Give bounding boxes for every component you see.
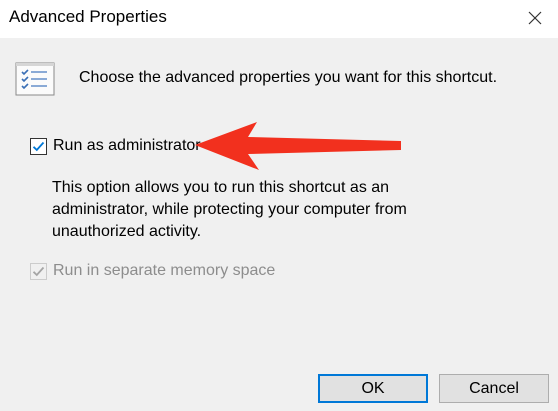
- run-as-admin-label[interactable]: Run as administrator: [53, 137, 201, 155]
- properties-list-icon: [15, 62, 55, 96]
- intro-text: Choose the advanced properties you want …: [79, 69, 498, 86]
- red-arrow-icon: [195, 122, 401, 170]
- window-title: Advanced Properties: [9, 7, 167, 26]
- ok-button[interactable]: OK: [318, 374, 428, 403]
- close-icon: [528, 11, 542, 25]
- run-as-admin-checkbox[interactable]: [30, 138, 47, 155]
- close-button[interactable]: [512, 0, 558, 36]
- separate-memory-label: Run in separate memory space: [53, 262, 276, 279]
- separate-memory-checkbox: [30, 263, 47, 280]
- checkmark-icon: [32, 266, 45, 277]
- run-as-admin-description: This option allows you to run this short…: [52, 179, 407, 240]
- cancel-button[interactable]: Cancel: [439, 374, 549, 403]
- title-bar: Advanced Properties: [0, 0, 558, 38]
- checkmark-icon: [32, 141, 45, 152]
